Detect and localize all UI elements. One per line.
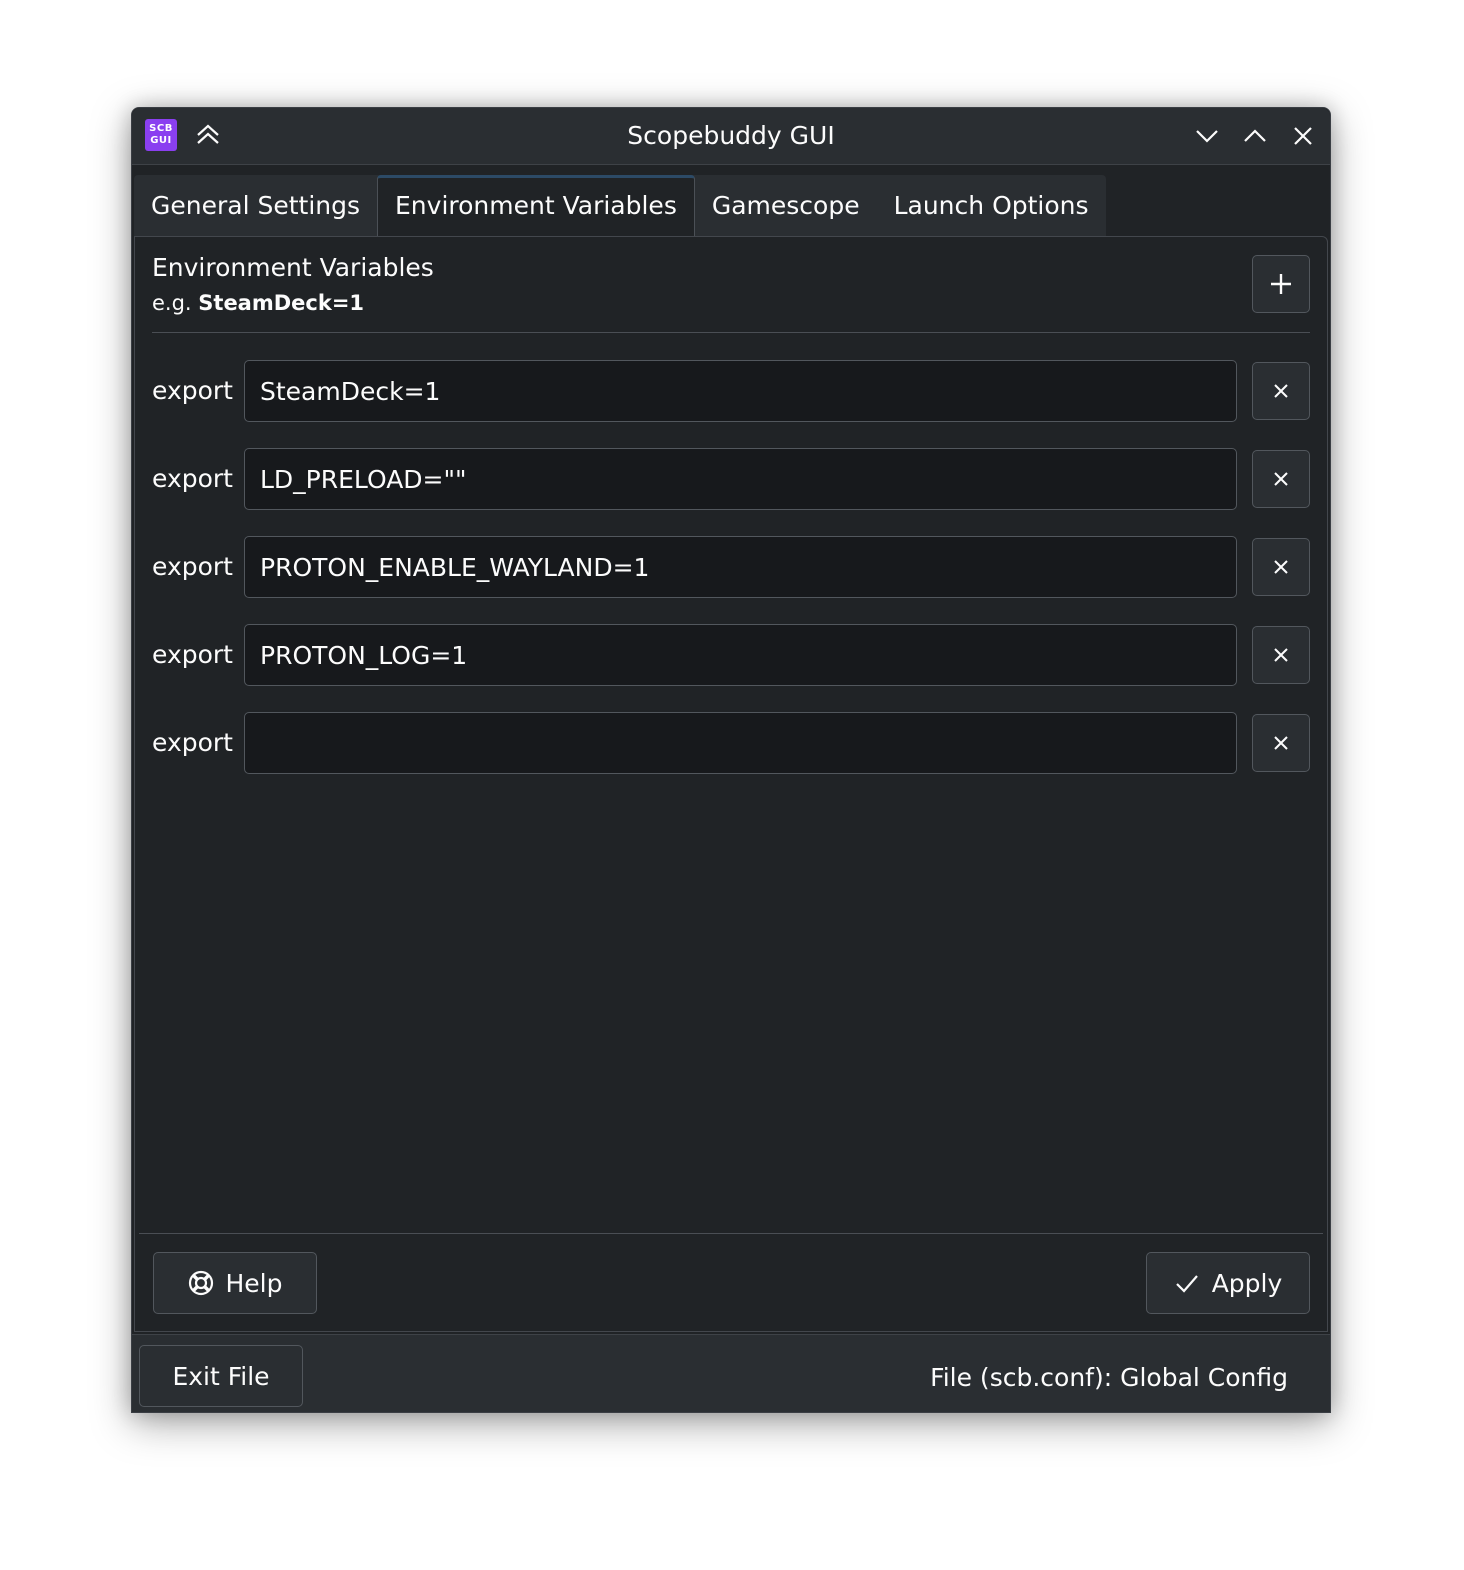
title-bar: SCB GUI Scopebuddy GUI bbox=[132, 108, 1330, 165]
minimize-button[interactable] bbox=[1191, 120, 1223, 152]
export-label: export bbox=[152, 464, 233, 493]
status-bar: Exit File File (scb.conf): Global Config bbox=[132, 1334, 1330, 1412]
env-value-input[interactable] bbox=[244, 360, 1237, 422]
env-row: export bbox=[152, 536, 1310, 598]
export-label: export bbox=[152, 552, 233, 581]
close-icon bbox=[1274, 472, 1288, 486]
export-label: export bbox=[152, 640, 233, 669]
env-row: export bbox=[152, 360, 1310, 422]
close-icon bbox=[1274, 384, 1288, 398]
env-row: export bbox=[152, 712, 1310, 774]
window-title: Scopebuddy GUI bbox=[627, 121, 835, 150]
keep-above-button[interactable] bbox=[192, 119, 224, 151]
env-value-input[interactable] bbox=[244, 624, 1237, 686]
app-icon[interactable]: SCB GUI bbox=[145, 119, 177, 151]
help-button[interactable]: Help bbox=[153, 1252, 317, 1314]
remove-variable-button[interactable] bbox=[1252, 450, 1310, 508]
hint-prefix: e.g. bbox=[152, 291, 199, 315]
environment-variables-panel: Environment Variables e.g. SteamDeck=1 e… bbox=[134, 236, 1328, 1332]
add-variable-button[interactable] bbox=[1252, 255, 1310, 313]
close-window-button[interactable] bbox=[1287, 120, 1319, 152]
remove-variable-button[interactable] bbox=[1252, 538, 1310, 596]
app-icon-text-line2: GUI bbox=[150, 135, 172, 146]
export-label: export bbox=[152, 376, 233, 405]
env-row: export bbox=[152, 624, 1310, 686]
main-window: SCB GUI Scopebuddy GUI General Settings … bbox=[131, 107, 1331, 1413]
env-value-input[interactable] bbox=[244, 448, 1237, 510]
close-icon bbox=[1294, 127, 1312, 145]
tab-launch-options[interactable]: Launch Options bbox=[877, 175, 1106, 237]
close-icon bbox=[1274, 736, 1288, 750]
chevron-down-icon bbox=[1196, 130, 1218, 143]
exit-file-button-label: Exit File bbox=[172, 1361, 270, 1391]
env-value-input[interactable] bbox=[244, 536, 1237, 598]
close-icon bbox=[1274, 560, 1288, 574]
file-status-text: File (scb.conf): Global Config bbox=[930, 1363, 1288, 1392]
remove-variable-button[interactable] bbox=[1252, 714, 1310, 772]
remove-variable-button[interactable] bbox=[1252, 362, 1310, 420]
hint-example: SteamDeck=1 bbox=[198, 291, 365, 315]
footer-divider bbox=[139, 1233, 1323, 1234]
app-icon-text-line1: SCB bbox=[149, 123, 173, 134]
export-label: export bbox=[152, 728, 233, 757]
close-icon bbox=[1274, 648, 1288, 662]
section-title: Environment Variables bbox=[152, 253, 434, 282]
tab-bar: General Settings Environment Variables G… bbox=[134, 175, 1106, 238]
apply-button[interactable]: Apply bbox=[1146, 1252, 1310, 1314]
section-divider bbox=[152, 332, 1310, 333]
section-hint: e.g. SteamDeck=1 bbox=[152, 291, 364, 315]
env-row: export bbox=[152, 448, 1310, 510]
maximize-button[interactable] bbox=[1239, 120, 1271, 152]
tab-general-settings[interactable]: General Settings bbox=[134, 175, 377, 237]
remove-variable-button[interactable] bbox=[1252, 626, 1310, 684]
apply-button-label: Apply bbox=[1211, 1268, 1283, 1298]
tab-gamescope[interactable]: Gamescope bbox=[695, 175, 877, 237]
plus-icon bbox=[1271, 274, 1291, 294]
chevron-up-icon bbox=[1244, 129, 1266, 142]
help-button-label: Help bbox=[225, 1268, 283, 1298]
lifebuoy-icon bbox=[188, 1270, 213, 1296]
checkmark-icon bbox=[1175, 1275, 1198, 1293]
env-value-input[interactable] bbox=[244, 712, 1237, 774]
tab-environment-variables[interactable]: Environment Variables bbox=[377, 175, 695, 238]
exit-file-button[interactable]: Exit File bbox=[139, 1345, 303, 1407]
double-chevron-up-icon bbox=[197, 124, 219, 144]
